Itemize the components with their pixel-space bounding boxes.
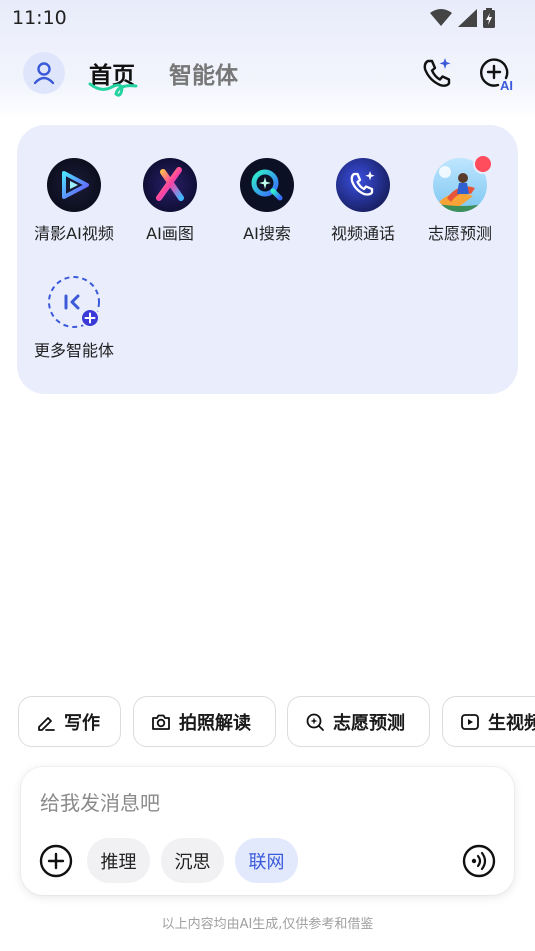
user-avatar-button[interactable] — [23, 52, 65, 94]
reasoning-toggle[interactable]: 推理 — [87, 838, 150, 883]
status-bar: 11:10 — [0, 0, 535, 38]
voice-input-button[interactable] — [461, 843, 497, 879]
agent-ai-search[interactable]: AI搜索 — [218, 158, 316, 244]
camera-icon — [152, 714, 170, 730]
agent-video-call[interactable]: 视频通话 — [314, 158, 412, 244]
chip-generate-video[interactable]: 生视频 — [442, 696, 535, 747]
agent-volunteer-prediction[interactable]: 志愿预测 — [411, 154, 509, 244]
chip-photo-interpret[interactable]: 拍照解读 — [133, 696, 276, 747]
agent-label: AI搜索 — [243, 224, 291, 243]
tab-active-indicator — [88, 82, 138, 97]
tab-agents[interactable]: 智能体 — [169, 56, 238, 90]
svg-text:AI: AI — [500, 78, 513, 92]
chip-writing[interactable]: 写作 — [18, 696, 121, 747]
deep-think-toggle[interactable]: 沉思 — [161, 838, 224, 883]
agent-label: 更多智能体 — [33, 341, 114, 360]
message-composer: 给我发消息吧 推理 沉思 联网 — [21, 767, 514, 895]
agent-label: AI画图 — [146, 224, 194, 243]
agent-label: 清影AI视频 — [34, 224, 114, 243]
user-icon — [33, 62, 55, 85]
ai-search-icon — [240, 158, 294, 212]
chip-label: 生视频 — [488, 712, 535, 734]
web-search-toggle[interactable]: 联网 — [235, 838, 298, 883]
message-input[interactable]: 给我发消息吧 — [40, 787, 160, 816]
more-agents-icon — [47, 275, 101, 329]
cell-signal-icon — [458, 9, 477, 27]
video-call-icon[interactable] — [420, 56, 454, 90]
status-icons — [430, 8, 495, 28]
pill-label: 沉思 — [174, 851, 211, 873]
pill-label: 联网 — [248, 851, 285, 873]
status-time: 11:10 — [12, 7, 67, 29]
pen-icon — [38, 716, 55, 731]
chip-volunteer-prediction[interactable]: 志愿预测 — [287, 696, 430, 747]
sparkle-search-icon — [306, 713, 324, 731]
volunteer-prediction-icon — [433, 154, 493, 212]
agent-label: 志愿预测 — [427, 224, 492, 243]
play-icon — [461, 713, 479, 730]
chip-label: 拍照解读 — [179, 712, 251, 734]
app-header: 首页 智能体 AI — [0, 50, 535, 97]
pill-label: 推理 — [100, 851, 137, 873]
qingying-video-icon — [47, 158, 101, 212]
hot-badge-icon — [473, 154, 493, 174]
battery-icon — [483, 8, 495, 28]
ai-drawing-icon — [143, 158, 197, 212]
agent-ai-drawing[interactable]: AI画图 — [121, 158, 219, 244]
agent-qingying-video[interactable]: 清影AI视频 — [25, 158, 123, 244]
add-attachment-button[interactable] — [38, 843, 74, 879]
ai-disclaimer: 以上内容均由AI生成,仅供参考和借鉴 — [161, 917, 374, 932]
chip-label: 志愿预测 — [333, 712, 405, 734]
chip-label: 写作 — [64, 712, 100, 734]
quick-action-chips: 写作 拍照解读 志愿预测 生视频 — [18, 696, 535, 748]
agent-more[interactable]: 更多智能体 — [25, 275, 123, 361]
video-call-agent-icon — [336, 158, 390, 212]
agent-label: 视频通话 — [330, 224, 395, 243]
wifi-icon — [430, 9, 452, 26]
agents-panel: 清影AI视频 AI画图 AI搜索 视频通话 志愿预测 更多智能体 — [17, 125, 518, 394]
new-ai-chat-icon[interactable]: AI — [478, 56, 514, 92]
